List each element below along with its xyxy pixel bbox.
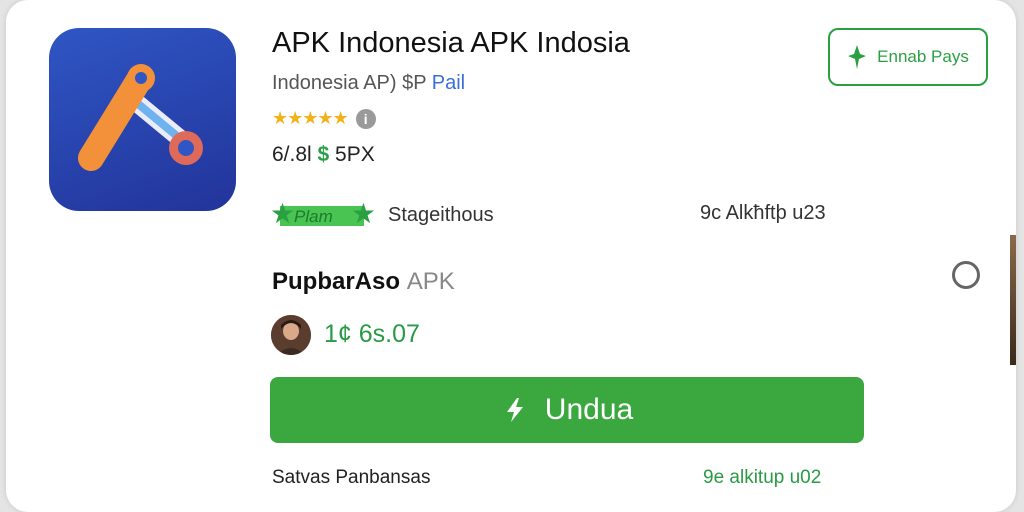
category-badge[interactable]: ★ Plam ★ <box>270 198 376 229</box>
tag-row: ★ Plam ★ Stageithous <box>270 198 494 229</box>
subtitle-text: Indonesia AP) $P <box>272 72 432 94</box>
download-button[interactable]: Undua <box>270 377 864 443</box>
badge-label: Plam <box>294 207 333 226</box>
star-icon: ★ <box>350 198 376 229</box>
app-subtitle: Indonesia AP) $P Pail <box>272 72 465 95</box>
avatar[interactable] <box>271 315 311 355</box>
header-action-button[interactable]: Ennab Pays <box>828 28 988 86</box>
size-suffix: 5PX <box>329 143 375 166</box>
section-title-light: APK <box>406 268 455 295</box>
app-title: APK Indonesia APK Indosia <box>272 27 630 59</box>
rating-row: ★★★★★ i <box>272 108 376 129</box>
download-label: Undua <box>544 393 634 426</box>
section-title: PupbarAso APK <box>272 268 455 296</box>
info-icon[interactable]: i <box>355 108 376 129</box>
bolt-icon <box>506 398 523 422</box>
meta-info: 9c Alkћftþ u23 <box>700 202 826 224</box>
footer-left-text: Satvas Panbansas <box>272 467 431 488</box>
star-icon: ★ <box>270 198 296 229</box>
edge-photo-strip <box>1010 235 1016 365</box>
size-prefix: 6/.8l <box>272 143 318 166</box>
app-card: APK Indonesia APK Indosia Indonesia AP) … <box>6 0 1016 512</box>
section-title-bold: PupbarAso <box>272 268 407 295</box>
dollar-icon: $ <box>317 143 330 166</box>
tag-text: Stageithous <box>388 203 494 226</box>
subtitle-accent[interactable]: Pail <box>432 72 465 94</box>
size-row: 6/.8l $ 5PX <box>272 143 375 167</box>
select-radio[interactable] <box>952 261 980 289</box>
header-action-label: Ennab Pays <box>877 47 969 66</box>
footer-right-link[interactable]: 9e alkitup u02 <box>703 467 821 489</box>
app-logo-icon[interactable] <box>49 28 236 211</box>
pin-icon <box>848 45 867 69</box>
star-rating: ★★★★★ <box>272 108 349 128</box>
price: 1¢ 6s.07 <box>324 320 420 348</box>
